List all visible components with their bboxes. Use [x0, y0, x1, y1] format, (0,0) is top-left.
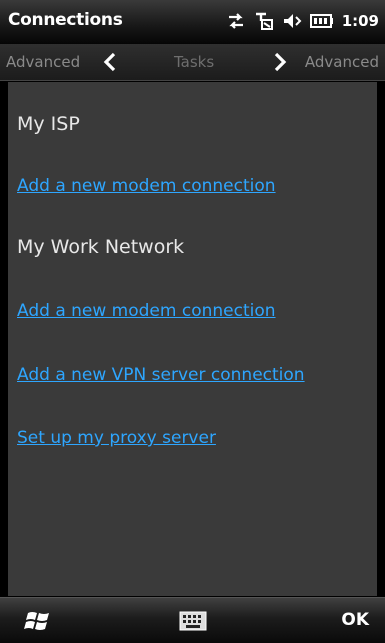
tasks-panel: My ISP Add a new modem connection My Wor… — [8, 82, 377, 596]
link-work-proxy[interactable]: Set up my proxy server — [17, 428, 216, 448]
keyboard-icon[interactable] — [179, 611, 207, 631]
signal-icon[interactable] — [254, 11, 274, 31]
link-isp-add-modem[interactable]: Add a new modem connection — [17, 176, 276, 196]
tab-strip: Advanced Tasks Advanced — [0, 44, 385, 81]
volume-icon[interactable] — [282, 11, 302, 31]
chevron-right-icon[interactable] — [272, 52, 288, 76]
group-header-work-network: My Work Network — [17, 236, 185, 258]
title-bar: Connections 1:09 — [0, 0, 385, 44]
window-title: Connections — [8, 10, 123, 30]
tab-advanced-left[interactable]: Advanced — [6, 53, 80, 71]
tab-tasks[interactable]: Tasks — [174, 53, 214, 71]
phone-screen: Connections 1:09 Advanced Tasks Advanced… — [0, 0, 385, 643]
data-sync-icon[interactable] — [226, 11, 246, 31]
battery-icon[interactable] — [309, 13, 334, 29]
group-header-my-isp: My ISP — [17, 113, 80, 135]
chevron-left-icon[interactable] — [102, 52, 118, 76]
softkey-bar: OK — [0, 597, 385, 643]
clock: 1:09 — [341, 12, 379, 30]
windows-start-icon[interactable] — [24, 608, 54, 634]
link-work-add-modem[interactable]: Add a new modem connection — [17, 301, 276, 321]
link-work-add-vpn[interactable]: Add a new VPN server connection — [17, 365, 305, 385]
tab-advanced-right[interactable]: Advanced — [305, 53, 379, 71]
ok-button[interactable]: OK — [341, 610, 369, 630]
status-icons: 1:09 — [226, 9, 379, 33]
